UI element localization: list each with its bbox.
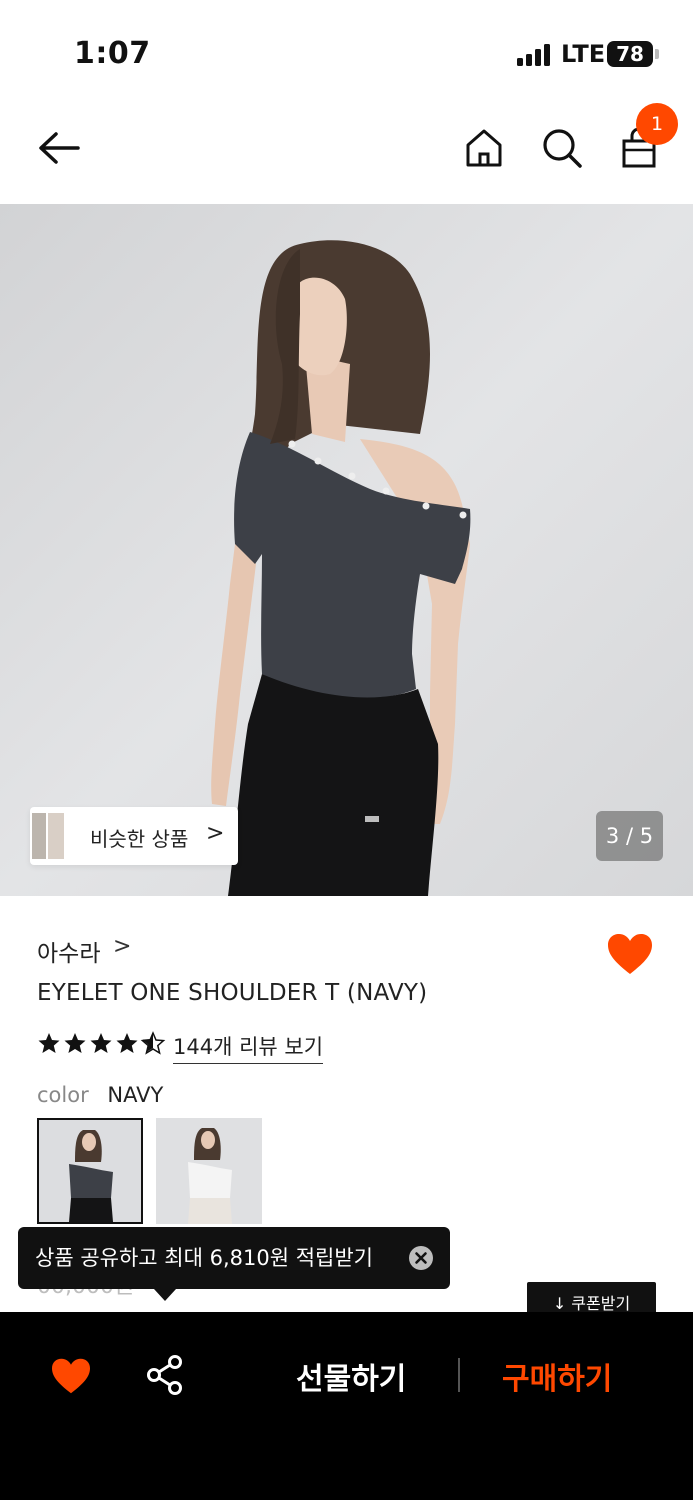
review-link[interactable]: 144개 리뷰 보기 (173, 1031, 324, 1064)
like-heart-icon[interactable] (606, 932, 654, 976)
color-label: color (37, 1083, 89, 1107)
product-photo (0, 204, 693, 896)
image-page-indicator: 3 / 5 (596, 811, 663, 861)
swatch-navy-image (39, 1120, 141, 1222)
cart-count-badge: 1 (636, 103, 678, 145)
color-value: NAVY (107, 1083, 164, 1107)
bottom-action-bar: 선물하기 구매하기 (0, 1312, 693, 1500)
buy-button[interactable]: 구매하기 (502, 1354, 612, 1398)
product-image-carousel[interactable]: 비슷한 상품 > 3 / 5 (0, 204, 693, 896)
wishlist-heart-icon[interactable] (50, 1357, 92, 1395)
signal-icon (517, 44, 551, 66)
product-title: EYELET ONE SHOULDER T (NAVY) (37, 980, 428, 1006)
status-time: 1:07 (74, 36, 151, 71)
share-icon[interactable] (146, 1355, 184, 1395)
swatch-white-image (156, 1118, 262, 1224)
back-arrow-icon[interactable] (36, 128, 82, 168)
chevron-right-icon: > (206, 821, 225, 846)
search-icon[interactable] (540, 126, 584, 170)
tooltip-text: 상품 공유하고 최대 6,810원 적립받기 (35, 1246, 373, 1270)
color-swatch-white[interactable] (156, 1118, 262, 1224)
status-bar: 1:07 LTE 78 (0, 0, 693, 100)
home-icon[interactable] (462, 126, 506, 170)
button-divider (458, 1358, 460, 1392)
top-nav (0, 100, 693, 204)
color-option-row: color NAVY (37, 1083, 163, 1107)
color-swatch-navy[interactable] (37, 1118, 143, 1224)
brand-chevron-icon[interactable]: > (113, 934, 131, 959)
similar-products-label: 비슷한 상품 (90, 827, 189, 851)
battery-icon: 78 (607, 41, 659, 67)
gift-button[interactable]: 선물하기 (296, 1354, 406, 1398)
battery-percent: 78 (616, 42, 644, 66)
share-reward-tooltip: 상품 공유하고 최대 6,810원 적립받기 (18, 1227, 450, 1301)
similar-products-button[interactable]: 비슷한 상품 > (30, 807, 238, 865)
network-type: LTE (561, 40, 606, 68)
brand-link[interactable]: 아수라 (37, 934, 100, 968)
rating-stars (38, 1031, 166, 1055)
similar-thumbnails (30, 807, 74, 865)
close-icon[interactable] (409, 1246, 433, 1270)
